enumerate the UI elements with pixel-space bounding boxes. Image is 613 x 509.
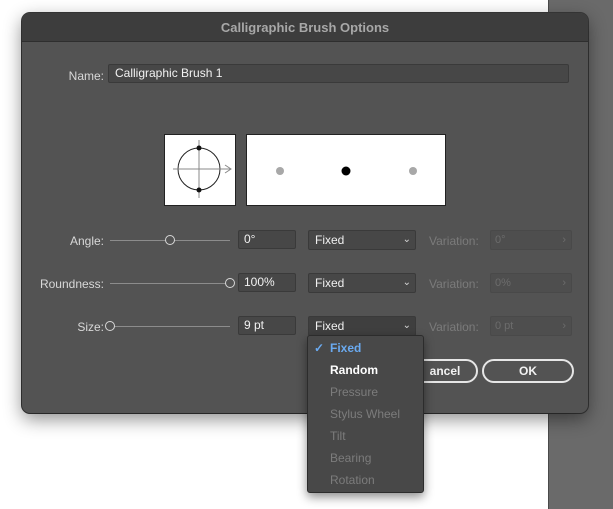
size-mode-select[interactable]: Fixed ⌄: [308, 316, 416, 336]
size-mode-value: Fixed: [315, 319, 345, 333]
brush-variation-preview: [246, 134, 446, 206]
size-slider-thumb[interactable]: [104, 321, 115, 331]
chevron-right-icon: ›: [562, 320, 566, 332]
size-slider[interactable]: [110, 326, 230, 327]
preview-dot-center: [341, 166, 351, 176]
angle-variation-input: 0° ›: [490, 230, 572, 250]
size-input[interactable]: 9 pt: [238, 316, 296, 335]
roundness-variation-value: 0%: [495, 277, 511, 289]
angle-label: Angle:: [69, 234, 104, 248]
angle-mode-value: Fixed: [315, 233, 345, 247]
roundness-label: Roundness:: [39, 277, 104, 291]
roundness-mode-select[interactable]: Fixed ⌄: [308, 273, 416, 293]
menu-item-rotation: Rotation: [330, 473, 375, 487]
menu-item-pressure: Pressure: [330, 385, 379, 399]
preview-dot-min: [276, 167, 284, 175]
menu-item-bearing: Bearing: [330, 451, 372, 465]
chevron-down-icon: ⌄: [402, 320, 411, 331]
menu-item-fixed[interactable]: ✓ Fixed: [308, 337, 423, 359]
size-variation-value: 0 pt: [495, 320, 514, 332]
roundness-mode-value: Fixed: [315, 276, 345, 290]
roundness-slider[interactable]: [110, 283, 230, 284]
brush-shape-diagram: [173, 140, 232, 198]
roundness-input[interactable]: 100%: [238, 273, 296, 292]
menu-item-random[interactable]: Random: [308, 359, 423, 381]
dialog-title: Calligraphic Brush Options: [220, 19, 390, 35]
angle-variation-value: 0°: [495, 234, 506, 246]
size-mode-dropdown-menu: ✓ Fixed Random Pressure Stylus Wheel Til…: [307, 335, 424, 493]
menu-item-tilt: Tilt: [330, 429, 346, 443]
angle-slider-thumb[interactable]: [164, 235, 175, 245]
angle-input[interactable]: 0°: [238, 230, 296, 249]
chevron-right-icon: ›: [562, 277, 566, 289]
menu-item-stylus-wheel: Stylus Wheel: [330, 407, 401, 421]
checkmark-icon: ✓: [314, 341, 325, 355]
chevron-down-icon: ⌄: [402, 234, 411, 245]
name-label: Name:: [68, 69, 104, 83]
title-bar: Calligraphic Brush Options: [22, 13, 588, 42]
brush-name-input[interactable]: Calligraphic Brush 1: [108, 64, 569, 83]
preview-dot-max: [409, 167, 417, 175]
chevron-right-icon: ›: [562, 234, 566, 246]
chevron-down-icon: ⌄: [402, 277, 411, 288]
roundness-variation-label: Variation:: [429, 277, 479, 291]
size-label: Size:: [77, 320, 104, 334]
brush-options-dialog: Calligraphic Brush Options Name: Calligr…: [22, 13, 588, 413]
size-variation-label: Variation:: [429, 320, 479, 334]
angle-variation-label: Variation:: [429, 234, 479, 248]
roundness-slider-thumb[interactable]: [224, 278, 235, 288]
brush-shape-preview[interactable]: [164, 134, 236, 206]
ok-button[interactable]: OK: [482, 359, 574, 383]
roundness-variation-input: 0% ›: [490, 273, 572, 293]
size-variation-input: 0 pt ›: [490, 316, 572, 336]
angle-mode-select[interactable]: Fixed ⌄: [308, 230, 416, 250]
